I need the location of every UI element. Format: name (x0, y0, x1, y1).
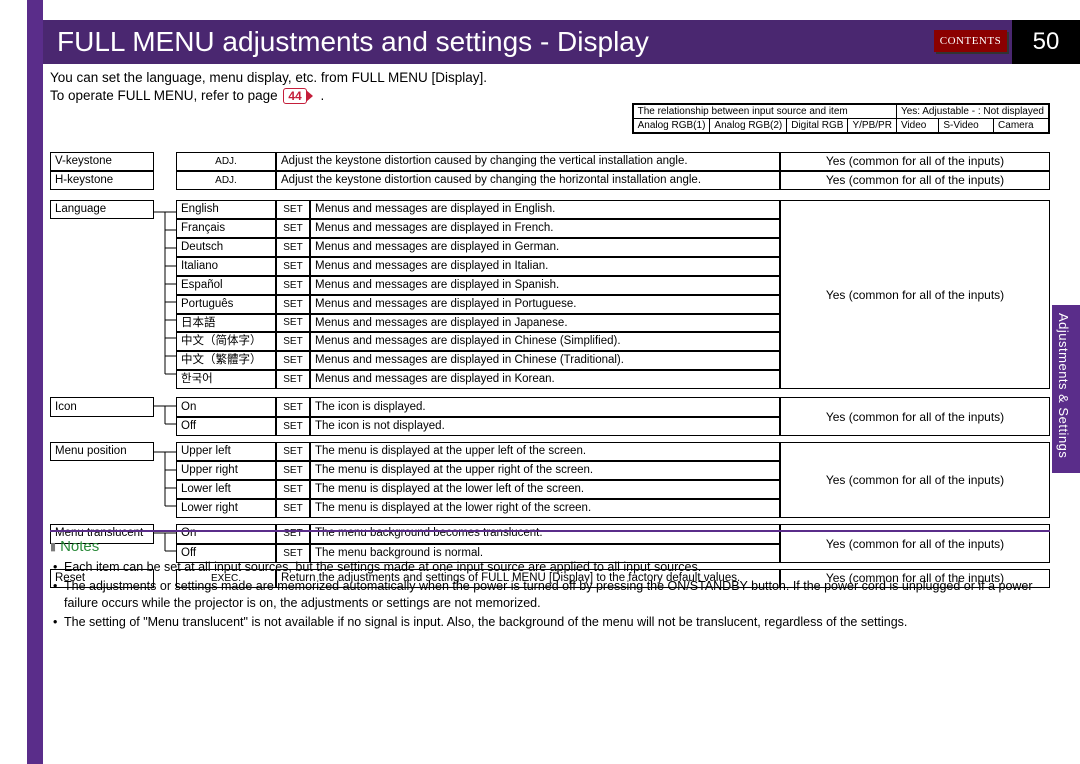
row-icon-label: Icon (50, 397, 154, 417)
legend-col-6: Camera (994, 119, 1049, 133)
lang-opt-3: Italiano (176, 257, 276, 276)
row-icon-common: Yes (common for all of the inputs) (780, 397, 1050, 436)
row-vkeystone-common: Yes (common for all of the inputs) (780, 152, 1050, 171)
tree-connector-icon (154, 397, 176, 433)
tree-connector-icon (154, 443, 176, 515)
row-menupos-common: Yes (common for all of the inputs) (780, 442, 1050, 518)
legend-col-2: Digital RGB (787, 119, 848, 133)
page-header: FULL MENU adjustments and settings - Dis… (43, 20, 1043, 64)
legend-col-5: S-Video (939, 119, 994, 133)
section-side-tab-text: Adjustments & Settings (1056, 313, 1071, 458)
note-item-0: Each item can be set at all input source… (50, 559, 1050, 576)
legend-col-1: Analog RGB(2) (710, 119, 787, 133)
row-vkeystone-label: V-keystone (50, 152, 154, 171)
lang-opt-8: 中文（繁體字） (176, 351, 276, 370)
intro-line-1: You can set the language, menu display, … (50, 70, 1050, 85)
tree-connector-icon (154, 203, 176, 383)
legend-key: Yes: Adjustable - : Not displayed (896, 105, 1048, 119)
legend-col-4: Video (896, 119, 938, 133)
legend-box: The relationship between input source an… (632, 103, 1050, 134)
page-ref-link[interactable]: 44 (283, 88, 306, 104)
page-number: 50 (1012, 20, 1080, 64)
row-hkeystone-desc: Adjust the keystone distortion caused by… (276, 171, 780, 190)
lang-opt-7: 中文（简体字） (176, 332, 276, 351)
lang-opt-9: 한국어 (176, 370, 276, 389)
legend-col-3: Y/PB/PR (848, 119, 896, 133)
notes-section: Notes Each item can be set at all input … (50, 538, 1050, 633)
section-divider (50, 530, 1050, 532)
row-language-common: Yes (common for all of the inputs) (780, 200, 1050, 389)
notes-heading: Notes (50, 538, 1050, 555)
lang-desc-0: Menus and messages are displayed in Engl… (310, 200, 780, 219)
row-menupos-label: Menu position (50, 442, 154, 461)
row-hkeystone-tag: ADJ. (176, 171, 276, 190)
page-title: FULL MENU adjustments and settings - Dis… (43, 20, 1035, 64)
row-hkeystone-common: Yes (common for all of the inputs) (780, 171, 1050, 190)
legend-desc: The relationship between input source an… (633, 105, 896, 119)
lang-opt-2: Deutsch (176, 238, 276, 257)
settings-table: V-keystone ADJ. Adjust the keystone dist… (50, 152, 1050, 588)
section-side-tab: Adjustments & Settings (1052, 305, 1080, 473)
lang-opt-6: 日本語 (176, 314, 276, 333)
note-item-1: The adjustments or settings made are mem… (50, 578, 1050, 612)
legend-col-0: Analog RGB(1) (633, 119, 710, 133)
intro-line-2-suffix: . (320, 88, 324, 103)
lang-opt-0: English (176, 200, 276, 219)
note-item-2: The setting of "Menu translucent" is not… (50, 614, 1050, 631)
intro-line-2-prefix: To operate FULL MENU, refer to page (50, 88, 281, 103)
lang-opt-1: Français (176, 219, 276, 238)
row-hkeystone-label: H-keystone (50, 171, 154, 190)
row-vkeystone-tag: ADJ. (176, 152, 276, 171)
intro-line-2: To operate FULL MENU, refer to page 44 . (50, 88, 1050, 104)
lang-opt-4: Español (176, 276, 276, 295)
row-language-label: Language (50, 200, 154, 219)
contents-button[interactable]: CONTENTS (934, 30, 1007, 52)
lang-set-0: SET (276, 200, 310, 219)
side-stripe (27, 0, 43, 764)
row-vkeystone-desc: Adjust the keystone distortion caused by… (276, 152, 780, 171)
lang-opt-5: Português (176, 295, 276, 314)
